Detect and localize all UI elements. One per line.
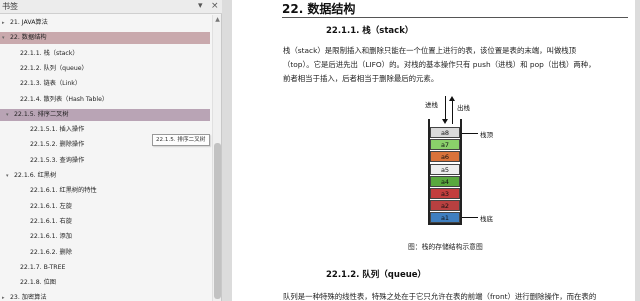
bookmark-label: 22.1.8. 位图 [20,279,56,287]
stack-paragraph-line: 前者相当于插入，后者相当于删除最后的元素。 [283,74,439,83]
bookmark-label: 22.1.1. 栈（stack） [20,49,79,57]
bookmarks-scrollbar[interactable]: ▲ [212,15,221,301]
pop-label: 出栈 [457,104,470,112]
stack-cell: a1 [430,212,460,224]
figure-caption: 图：栈的存储结构示意图 [408,243,483,251]
panel-close-icon[interactable]: × [211,1,219,12]
bookmark-label: 22.1.6. 红黑树 [14,172,57,179]
stack-cell: a3 [430,188,460,199]
bookmark-item[interactable]: 22.1.6.1. 添加 [0,231,210,243]
bookmark-label: 22.1.6.2. 删除 [30,248,72,256]
bottom-pointer-line [462,217,478,218]
bookmark-item[interactable]: 22.1.6.1. 红黑树的特性 [0,185,210,197]
chapter-title: 22. 数据结构 [282,2,356,16]
stack-cell: a5 [430,163,460,175]
expand-arrow-icon[interactable]: ▾ [2,32,5,44]
stack-cell: a7 [430,139,460,151]
expand-arrow-icon[interactable]: ▾ [6,109,9,121]
bookmark-item[interactable]: 22.1.4. 散列表（Hash Table） [0,94,210,106]
top-pointer-line [462,133,478,134]
bookmark-label: 22.1.6.1. 右旋 [30,217,72,225]
stack-cell: a8 [430,127,460,138]
bookmark-item[interactable]: 22.1.6.2. 删除 [0,247,210,259]
bookmark-label: 22. 数据结构 [10,34,47,42]
stack-paragraph-line: 栈（stack）是限制插入和删除只能在一个位置上进行的表，该位置是表的末端，叫做… [283,46,577,55]
bookmark-item[interactable]: ▾ 22.1.6. 红黑树 [0,170,210,182]
push-arrow [445,96,446,120]
bookmark-label: 23. 加密算法 [10,294,47,301]
bookmarks-header: 书签 ▾ × [0,0,222,14]
bookmarks-panel: 书签 ▾ × ▸ 21. JAVA算法 ▾ 22. 数据结构 22.1.1. 栈（sta… [0,0,222,301]
bookmark-item[interactable]: ▾ 22.1.5. 排序二叉树 [0,108,210,121]
app-window: 书签 ▾ × ▸ 21. JAVA算法 ▾ 22. 数据结构 22.1.1. 栈（sta… [0,0,640,301]
stack-cell: a2 [430,200,460,212]
push-label: 进栈 [425,101,438,109]
bookmark-label: 22.1.6.1. 左旋 [30,202,72,210]
bookmark-item[interactable]: ▾ 22. 数据结构 [0,32,210,45]
bookmark-label: 22.1.2. 队列（queue） [20,64,88,72]
bookmark-item[interactable]: 22.1.3. 链表（Link） [0,78,210,90]
bookmark-item[interactable]: 22.1.6.1. 右旋 [0,216,210,228]
bookmark-item[interactable]: 22.1.7. B-TREE [0,262,210,274]
bookmark-label: 22.1.5.3. 查询操作 [30,156,85,164]
document-page: 22. 数据结构 22.1.1. 栈（stack） 栈（stack）是限制插入和… [232,0,635,301]
bookmarks-tree: ▸ 21. JAVA算法 ▾ 22. 数据结构 22.1.1. 栈（stack） 22.1… [0,15,210,301]
bookmark-item[interactable]: ▸ 23. 加密算法 [0,292,210,301]
stack-paragraph-line: （top）。它是后进先出（LIFO）的。对栈的基本操作只有 push（进栈）和 … [283,60,596,69]
bookmark-label: 22.1.3. 链表（Link） [20,80,82,88]
bookmark-label: 22.1.7. B-TREE [20,263,66,271]
bookmark-item[interactable]: 22.1.6.1. 左旋 [0,201,210,213]
bookmark-label: 22.1.5. 排序二叉树 [14,110,69,118]
scrollbar-thumb[interactable] [214,143,221,299]
pop-arrow-head [449,96,455,101]
section-queue-heading: 22.1.2. 队列（queue） [326,270,427,280]
bookmark-item[interactable]: 22.1.2. 队列（queue） [0,63,210,75]
bookmark-label: 22.1.5.1. 插入操作 [30,126,85,134]
bookmark-item[interactable]: 22.1.8. 位图 [0,277,210,289]
collapse-arrow-icon[interactable]: ▸ [2,292,5,301]
expand-arrow-icon[interactable]: ▾ [6,170,9,182]
bookmark-label: 22.1.5.2. 删除操作 [30,141,85,149]
bookmarks-title: 书签 [2,2,18,11]
bookmark-item[interactable]: 22.1.1. 栈（stack） [0,48,210,60]
queue-paragraph-line: 队列是一种特殊的线性表，特殊之处在于它只允许在表的前端（front）进行删除操作… [283,292,597,301]
collapse-arrow-icon[interactable]: ▸ [2,17,5,29]
chapter-title-rule [282,17,628,18]
bookmark-item[interactable]: ▸ 21. JAVA算法 [0,17,210,29]
stack-cell: a4 [430,175,460,187]
bookmark-label: 21. JAVA算法 [10,19,48,26]
stack-bottom-label: 栈底 [480,215,493,223]
stack-top-label: 栈顶 [480,131,493,139]
bookmark-item[interactable]: 22.1.5.3. 查询操作 [0,155,210,167]
bookmark-label: 22.1.6.1. 红黑树的特性 [30,187,97,195]
bookmark-tooltip: 22.1.5. 排序二叉树 [152,134,210,146]
bookmark-label: 22.1.4. 散列表（Hash Table） [20,95,109,103]
section-stack-heading: 22.1.1. 栈（stack） [326,26,414,36]
panel-menu-icon[interactable]: ▾ [198,1,203,12]
stack-cell: a6 [430,151,460,163]
bookmark-label: 22.1.6.1. 添加 [30,233,72,241]
scroll-up-icon[interactable]: ▲ [213,16,222,24]
